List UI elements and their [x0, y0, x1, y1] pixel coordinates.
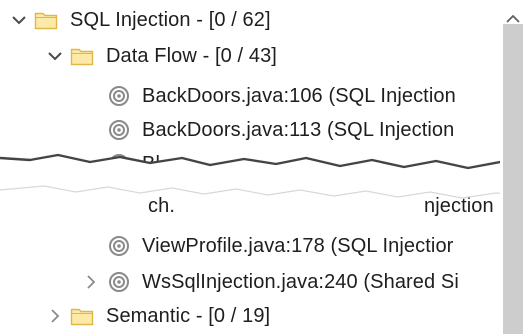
folder-icon: [70, 306, 94, 326]
tree-item-label: Bl: [142, 152, 160, 175]
tree-item-issue-partial[interactable]: Bl: [108, 148, 160, 180]
folder-icon: [34, 10, 58, 30]
issue-target-icon: [108, 85, 130, 107]
tree-item-label: BackDoors.java:113 (SQL Injection: [142, 118, 455, 141]
tree-item-label: ViewProfile.java:178 (SQL Injectior: [142, 234, 454, 257]
tree-item-label: ch.: [148, 194, 175, 217]
tree-node-semantic[interactable]: Semantic - [0 / 19]: [46, 300, 270, 332]
tree-item-issue[interactable]: BackDoors.java:113 (SQL Injection: [108, 114, 454, 146]
tree-item-label: BackDoors.java:106 (SQL Injection: [142, 84, 456, 107]
folder-icon: [70, 46, 94, 66]
issue-target-icon: [108, 119, 130, 141]
chevron-down-icon[interactable]: [46, 47, 64, 65]
issue-target-icon: [108, 235, 130, 257]
issues-tree: SQL Injection - [0 / 62] Data Flow - [0 …: [0, 0, 500, 334]
tree-item-label: WsSqlInjection.java:240 (Shared Si: [142, 270, 459, 293]
tree-item-issue[interactable]: BackDoors.java:106 (SQL Injection: [108, 80, 456, 112]
tree-view: SQL Injection - [0 / 62] Data Flow - [0 …: [0, 0, 526, 334]
chevron-right-icon[interactable]: [82, 273, 100, 291]
tree-item-issue[interactable]: ViewProfile.java:178 (SQL Injectior: [108, 230, 453, 262]
issue-target-icon: [108, 271, 130, 293]
scrollbar-thumb[interactable]: [503, 24, 523, 334]
tree-item-issue-partial-tail: njection: [424, 190, 494, 222]
chevron-right-icon[interactable]: [46, 307, 64, 325]
tree-item-issue[interactable]: WsSqlInjection.java:240 (Shared Si: [82, 266, 459, 298]
chevron-down-icon[interactable]: [10, 11, 28, 29]
tree-node-label: Data Flow - [0 / 43]: [106, 44, 277, 67]
tree-node-label: Semantic - [0 / 19]: [106, 304, 271, 327]
tree-node-data-flow[interactable]: Data Flow - [0 / 43]: [46, 40, 277, 72]
tree-node-sql-injection[interactable]: SQL Injection - [0 / 62]: [10, 4, 271, 36]
tree-item-issue-partial[interactable]: ch.: [148, 190, 175, 222]
tree-node-label: SQL Injection - [0 / 62]: [70, 8, 271, 31]
tree-item-label: njection: [424, 194, 494, 217]
issue-target-icon: [108, 153, 130, 175]
vertical-scrollbar[interactable]: [500, 0, 526, 334]
